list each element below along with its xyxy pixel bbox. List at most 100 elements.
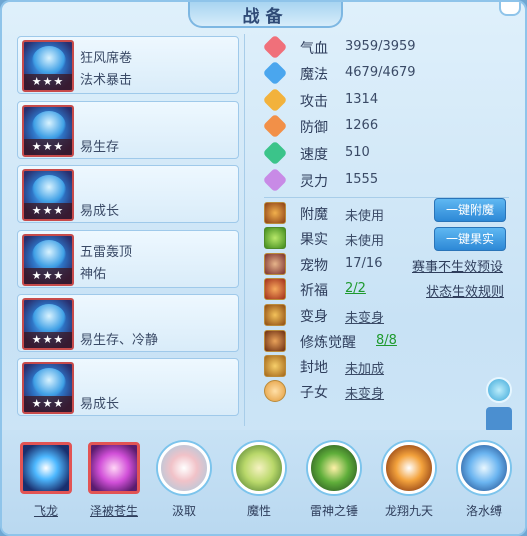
window-title: 战备 bbox=[242, 6, 289, 27]
status-rules-link[interactable]: 状态生效规则 bbox=[426, 281, 504, 300]
one-click-enchant-button[interactable]: 一键附魔 bbox=[434, 198, 506, 222]
territory-icon bbox=[264, 355, 286, 377]
mana-icon bbox=[262, 60, 288, 86]
skill-dragon-soar[interactable] bbox=[379, 438, 439, 498]
cultivation-value: 8/8 bbox=[376, 333, 397, 348]
transform-row: 变身 未变身 bbox=[264, 304, 514, 326]
stat-value: 1555 bbox=[345, 172, 379, 187]
blessing-icon bbox=[264, 278, 286, 300]
skill-demonic[interactable] bbox=[229, 438, 289, 498]
skill-thunder-hammer[interactable] bbox=[304, 438, 364, 498]
equipment-effect: 神佑 bbox=[80, 267, 107, 282]
blessing-label: 祈福 bbox=[300, 283, 328, 299]
skill-label: 雷神之锤 bbox=[309, 504, 358, 518]
cultivation-icon bbox=[264, 330, 286, 352]
fruit-label: 果实 bbox=[300, 232, 328, 248]
territory-value[interactable]: 未加成 bbox=[345, 358, 384, 377]
enchant-label: 附魔 bbox=[300, 207, 328, 223]
equipment-effect: 易成长 bbox=[80, 397, 120, 412]
child-row: 子女 未变身 bbox=[264, 380, 514, 402]
transform-label: 变身 bbox=[300, 309, 328, 325]
stat-value: 510 bbox=[345, 145, 370, 160]
skill-label: 龙翔九天 bbox=[384, 504, 433, 518]
transform-icon bbox=[264, 304, 286, 326]
equipment-icon: ★★★ bbox=[22, 298, 74, 350]
hammer-skill-icon bbox=[308, 442, 360, 494]
flame-skill-icon bbox=[383, 442, 435, 494]
hand-skill-icon bbox=[88, 442, 140, 494]
equipment-effect: 狂风席卷 bbox=[80, 51, 133, 66]
stat-label: 灵力 bbox=[300, 174, 328, 190]
star-rating: ★★★ bbox=[24, 268, 72, 284]
equipment-slot-3[interactable]: ★★★ 易成长 bbox=[17, 165, 239, 223]
one-click-fruit-button[interactable]: 一键果实 bbox=[434, 227, 506, 251]
fruit-value: 未使用 bbox=[345, 234, 385, 249]
equipment-slot-6[interactable]: ★★★ 易成长 bbox=[17, 358, 239, 416]
column-divider bbox=[244, 34, 245, 426]
stat-attack: 攻击 1314 bbox=[262, 87, 424, 113]
enchant-value: 未使用 bbox=[345, 209, 385, 224]
cultivation-row: 修炼觉醒 8/8 bbox=[264, 330, 514, 352]
stat-value: 1266 bbox=[345, 118, 379, 133]
star-rating: ★★★ bbox=[24, 396, 72, 412]
stat-speed: 速度 510 bbox=[262, 140, 424, 166]
equipment-icon: ★★★ bbox=[22, 169, 74, 221]
swirl-skill-icon bbox=[158, 442, 210, 494]
spirit-icon bbox=[262, 167, 288, 193]
stat-value: 1314 bbox=[345, 92, 379, 107]
equipment-glyph bbox=[32, 304, 66, 334]
equipment-glyph bbox=[32, 46, 66, 76]
fruit-icon bbox=[264, 227, 286, 249]
star-rating: ★★★ bbox=[24, 139, 72, 155]
stat-label: 气血 bbox=[300, 41, 328, 57]
equipment-icon: ★★★ bbox=[22, 234, 74, 286]
skill-bless-all[interactable] bbox=[84, 438, 144, 498]
territory-label: 封地 bbox=[300, 360, 328, 376]
skill-flying-dragon[interactable] bbox=[16, 438, 76, 498]
enchant-icon bbox=[264, 202, 286, 224]
stat-defense: 防御 1266 bbox=[262, 113, 424, 139]
equipment-slot-4[interactable]: ★★★ 五雷轰顶 神佑 bbox=[17, 230, 239, 288]
equipment-slot-1[interactable]: ★★★ 狂风席卷 法术暴击 bbox=[17, 36, 239, 94]
child-icon bbox=[264, 380, 286, 402]
pet-icon bbox=[264, 253, 286, 275]
title-plate: 战备 bbox=[188, 2, 343, 28]
close-icon[interactable] bbox=[499, 2, 521, 16]
sword-icon bbox=[262, 87, 288, 113]
skill-label: 飞龙 bbox=[33, 504, 58, 518]
equipment-icon: ★★★ bbox=[22, 40, 74, 92]
territory-row: 封地 未加成 bbox=[264, 355, 514, 377]
star-rating: ★★★ bbox=[24, 203, 72, 219]
equipment-slot-2[interactable]: ★★★ 易生存 bbox=[17, 101, 239, 159]
stat-label: 魔法 bbox=[300, 67, 328, 83]
star-rating: ★★★ bbox=[24, 332, 72, 348]
pet-value: 17/16 bbox=[345, 256, 383, 271]
equipment-glyph bbox=[32, 111, 66, 141]
blessing-value: 2/2 bbox=[345, 281, 366, 296]
stat-label: 速度 bbox=[300, 147, 328, 163]
refresh-icon[interactable] bbox=[486, 377, 512, 403]
stat-label: 防御 bbox=[300, 120, 328, 136]
skill-luoshui-bind[interactable] bbox=[454, 438, 514, 498]
equipment-slot-5[interactable]: ★★★ 易生存、冷静 bbox=[17, 294, 239, 352]
child-label: 子女 bbox=[300, 385, 328, 401]
equipment-effect: 易成长 bbox=[80, 204, 120, 219]
cultivation-label: 修炼觉醒 bbox=[300, 335, 356, 351]
equipment-glyph bbox=[32, 240, 66, 270]
stat-value: 4679/4679 bbox=[345, 65, 416, 80]
stat-mp: 魔法 4679/4679 bbox=[262, 60, 424, 86]
dragon-skill-icon bbox=[20, 442, 72, 494]
equipment-icon: ★★★ bbox=[22, 362, 74, 414]
star-rating: ★★★ bbox=[24, 74, 72, 90]
child-value[interactable]: 未变身 bbox=[345, 383, 384, 402]
skill-absorb[interactable] bbox=[154, 438, 214, 498]
heart-icon bbox=[262, 34, 288, 60]
stat-spirit: 灵力 1555 bbox=[262, 167, 424, 193]
water-skill-icon bbox=[458, 442, 510, 494]
stat-label: 攻击 bbox=[300, 94, 328, 110]
shield-icon bbox=[262, 113, 288, 139]
equipment-effect: 易生存、冷静 bbox=[80, 333, 159, 348]
transform-value[interactable]: 未变身 bbox=[345, 307, 384, 326]
tournament-preset-link[interactable]: 赛事不生效预设 bbox=[412, 256, 503, 275]
equipment-glyph bbox=[32, 368, 66, 398]
